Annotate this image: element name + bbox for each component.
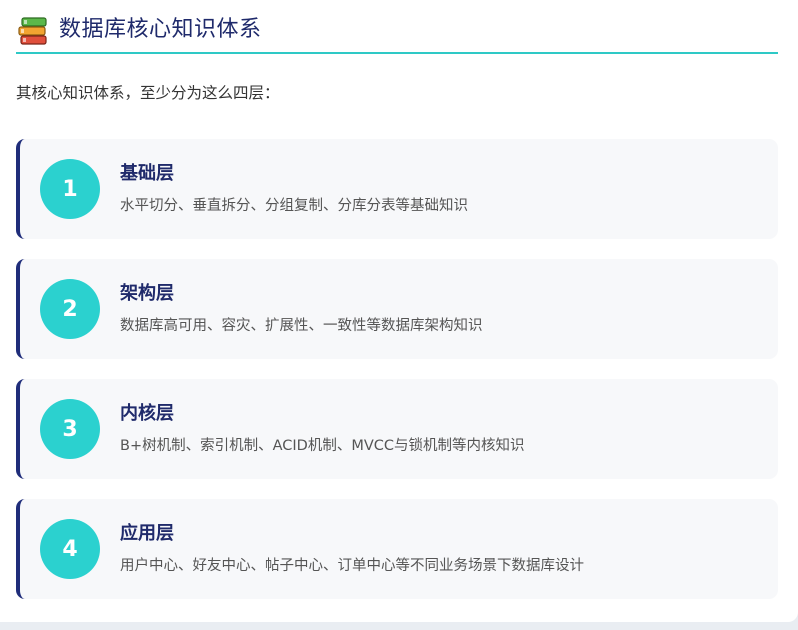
layer-description: 水平切分、垂直拆分、分组复制、分库分表等基础知识 — [120, 198, 468, 214]
page-title: 数据库核心知识体系 — [59, 17, 262, 42]
books-icon — [16, 16, 50, 46]
layer-card-foundation: 1 基础层 水平切分、垂直拆分、分组复制、分库分表等基础知识 — [16, 139, 778, 239]
layer-number-badge: 2 — [40, 279, 100, 339]
layer-title: 基础层 — [120, 163, 174, 184]
page-header: 数据库核心知识体系 — [16, 8, 778, 54]
content-card: 数据库核心知识体系 其核心知识体系，至少分为这么四层： 1 基础层 水平切分、垂… — [0, 0, 798, 622]
layer-title: 架构层 — [120, 283, 174, 304]
layer-number-badge: 1 — [40, 159, 100, 219]
layer-card-application: 4 应用层 用户中心、好友中心、帖子中心、订单中心等不同业务场景下数据库设计 — [16, 499, 778, 599]
layer-card-kernel: 3 内核层 B+树机制、索引机制、ACID机制、MVCC与锁机制等内核知识 — [16, 379, 778, 479]
layer-title: 应用层 — [120, 523, 174, 544]
layer-card-architecture: 2 架构层 数据库高可用、容灾、扩展性、一致性等数据库架构知识 — [16, 259, 778, 359]
layer-description: 用户中心、好友中心、帖子中心、订单中心等不同业务场景下数据库设计 — [120, 558, 584, 574]
layer-number-badge: 4 — [40, 519, 100, 579]
layer-description: B+树机制、索引机制、ACID机制、MVCC与锁机制等内核知识 — [120, 438, 525, 454]
layer-number-badge: 3 — [40, 399, 100, 459]
layer-description: 数据库高可用、容灾、扩展性、一致性等数据库架构知识 — [120, 318, 483, 334]
layer-title: 内核层 — [120, 403, 174, 424]
intro-text: 其核心知识体系，至少分为这么四层： — [16, 84, 280, 102]
